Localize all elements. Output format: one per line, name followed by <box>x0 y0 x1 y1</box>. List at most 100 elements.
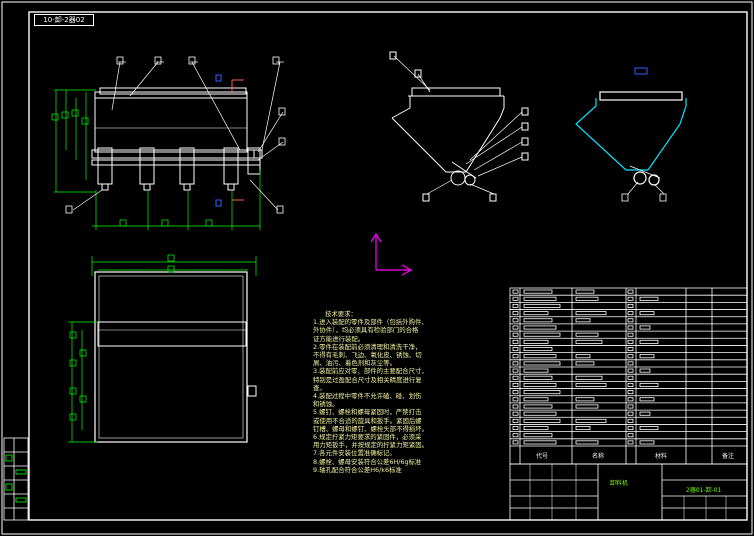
bom-cell-mark <box>627 296 634 301</box>
front-view <box>51 56 286 230</box>
bom-cell-mark <box>575 311 607 316</box>
bom-cell-mark <box>523 354 557 359</box>
note-line: 1.进入装配的零件及部件（包括外购件、 <box>313 318 428 327</box>
bom-cell-mark <box>639 354 655 359</box>
drawing-code: 2器01-卸-01 <box>686 487 722 494</box>
bom-cell-mark <box>512 325 519 330</box>
bom-cell-mark <box>575 426 591 431</box>
bom-cell-mark <box>627 433 634 438</box>
bom-cell-mark <box>523 433 553 438</box>
bom-cell-mark <box>512 418 519 423</box>
bom-cell-mark <box>627 426 634 431</box>
bom-cell-mark <box>575 318 591 323</box>
bom-cell-mark <box>627 411 634 416</box>
note-line: 特别是过盈配合尺寸及相关精度进行复 <box>313 375 422 384</box>
drawing-name: 卸料机 <box>610 480 629 487</box>
bom-cell-mark <box>523 426 549 431</box>
bom-header-name: 名称 <box>592 453 605 460</box>
bom-cell-mark <box>639 440 655 445</box>
bom-header-note: 备注 <box>722 453 735 460</box>
bom-cell-mark <box>575 418 607 423</box>
bom-cell-mark <box>523 375 553 380</box>
bom-cell-mark <box>523 325 557 330</box>
bom-cell-mark <box>627 440 634 445</box>
bom-cell-mark <box>512 375 519 380</box>
note-line: 4.装配过程中零件不允许磕、碰、划伤 <box>313 392 422 401</box>
bom-cell-mark <box>512 411 519 416</box>
bom-cell-mark <box>512 397 519 402</box>
bom-cell-mark <box>512 382 519 387</box>
note-line: 9.轴孔配合符合公差H6/k6标准 <box>313 465 402 474</box>
bom-cell-mark <box>627 318 634 323</box>
bom-cell-mark <box>627 368 634 373</box>
bom-cell-mark <box>512 404 519 409</box>
bom-cell-mark <box>523 339 549 344</box>
bom-cell-mark <box>627 347 634 352</box>
bom-cell-mark <box>575 332 599 337</box>
note-line: 7.各元件安装位置准确标记。 <box>313 449 396 458</box>
bom-cell-mark <box>575 375 603 380</box>
bom-cell-mark <box>512 426 519 431</box>
note-line: 查。 <box>313 383 326 392</box>
note-line: 5.螺钉、螺栓和螺母紧固时，严禁打击 <box>313 408 422 417</box>
note-line: 和锈蚀。 <box>313 400 339 409</box>
bom-cell-mark <box>627 289 634 294</box>
bom-cell-mark <box>523 390 561 395</box>
bom-cell-mark <box>627 397 634 402</box>
bom-cell-mark <box>627 375 634 380</box>
bom-cell-mark <box>512 318 519 323</box>
bom-cell-mark <box>512 289 519 294</box>
bom-cell-mark <box>627 311 634 316</box>
bom-cell-mark <box>639 325 651 330</box>
note-line: 或使用不合适的旋具和扳手。紧固后螺 <box>313 416 422 425</box>
section-view <box>389 51 529 202</box>
bom-cell-mark <box>575 397 595 402</box>
ucs-axis <box>370 232 413 276</box>
bom-cell-mark <box>523 382 557 387</box>
bom-cell-mark <box>512 311 519 316</box>
bom-cell-mark <box>575 404 599 409</box>
note-line: 证方能进行装配。 <box>313 334 365 343</box>
bom-cell-mark <box>523 418 561 423</box>
bom-cell-mark <box>512 433 519 438</box>
bom-header-material: 材料 <box>655 453 668 460</box>
side-view <box>575 67 687 202</box>
bom-cell-mark <box>575 382 607 387</box>
bom-cell-mark <box>523 289 553 294</box>
bom-cell-mark <box>639 411 651 416</box>
bom-cell-mark <box>523 411 557 416</box>
bom-cell-mark <box>639 368 651 373</box>
bom-cell-mark <box>627 390 634 395</box>
bom-cell-mark <box>575 440 599 445</box>
bom-cell-mark <box>523 318 553 323</box>
drawing-stamp: 10-卸-2器02 <box>34 14 94 26</box>
note-line: 外协件），均必须具有检验部门的合格 <box>313 326 419 335</box>
bom-cell-mark <box>627 418 634 423</box>
note-line: 屑、油污、着色剂和灰尘等。 <box>313 359 397 368</box>
bom-cell-mark <box>627 404 634 409</box>
bom-cell-mark <box>523 332 561 337</box>
bom-cell-mark <box>575 296 599 301</box>
note-line: 不得有毛刺、飞边、氧化皮、锈蚀、切 <box>313 351 422 360</box>
bom-cell-mark <box>512 296 519 301</box>
note-line: 2.零件在装配前必须清理和清洗干净， <box>313 342 422 351</box>
bom-cell-mark <box>639 311 655 316</box>
note-line: 钉槽、螺母和螺钉、螺栓头部不得损坏。 <box>313 424 429 433</box>
note-line: 6.规定拧紧力矩要求的紧固件，必须采 <box>313 433 422 442</box>
bom-cell-mark <box>627 339 634 344</box>
bom-cell-mark <box>627 361 634 366</box>
note-line: 8.螺栓、螺母安装符合公差6H/6g标准 <box>313 457 422 466</box>
bom-cell-mark <box>627 354 634 359</box>
bom-cell-mark <box>512 347 519 352</box>
bom-cell-mark <box>639 382 659 387</box>
top-view <box>68 254 257 443</box>
bom-cell-mark <box>512 361 519 366</box>
notes-title: 技术要求： <box>325 310 357 318</box>
bom-cell-mark <box>639 426 659 431</box>
bom-cell-mark <box>523 368 549 373</box>
bom-header-code: 代号 <box>536 453 549 460</box>
technical-requirements: 技术要求： 1.进入装配的零件及部件（包括外购件、 外协件），均必须具有检验部门… <box>313 310 509 474</box>
bom-cell-mark <box>523 440 557 445</box>
bom-cell-mark <box>523 311 549 316</box>
bom-cell-mark <box>523 361 561 366</box>
